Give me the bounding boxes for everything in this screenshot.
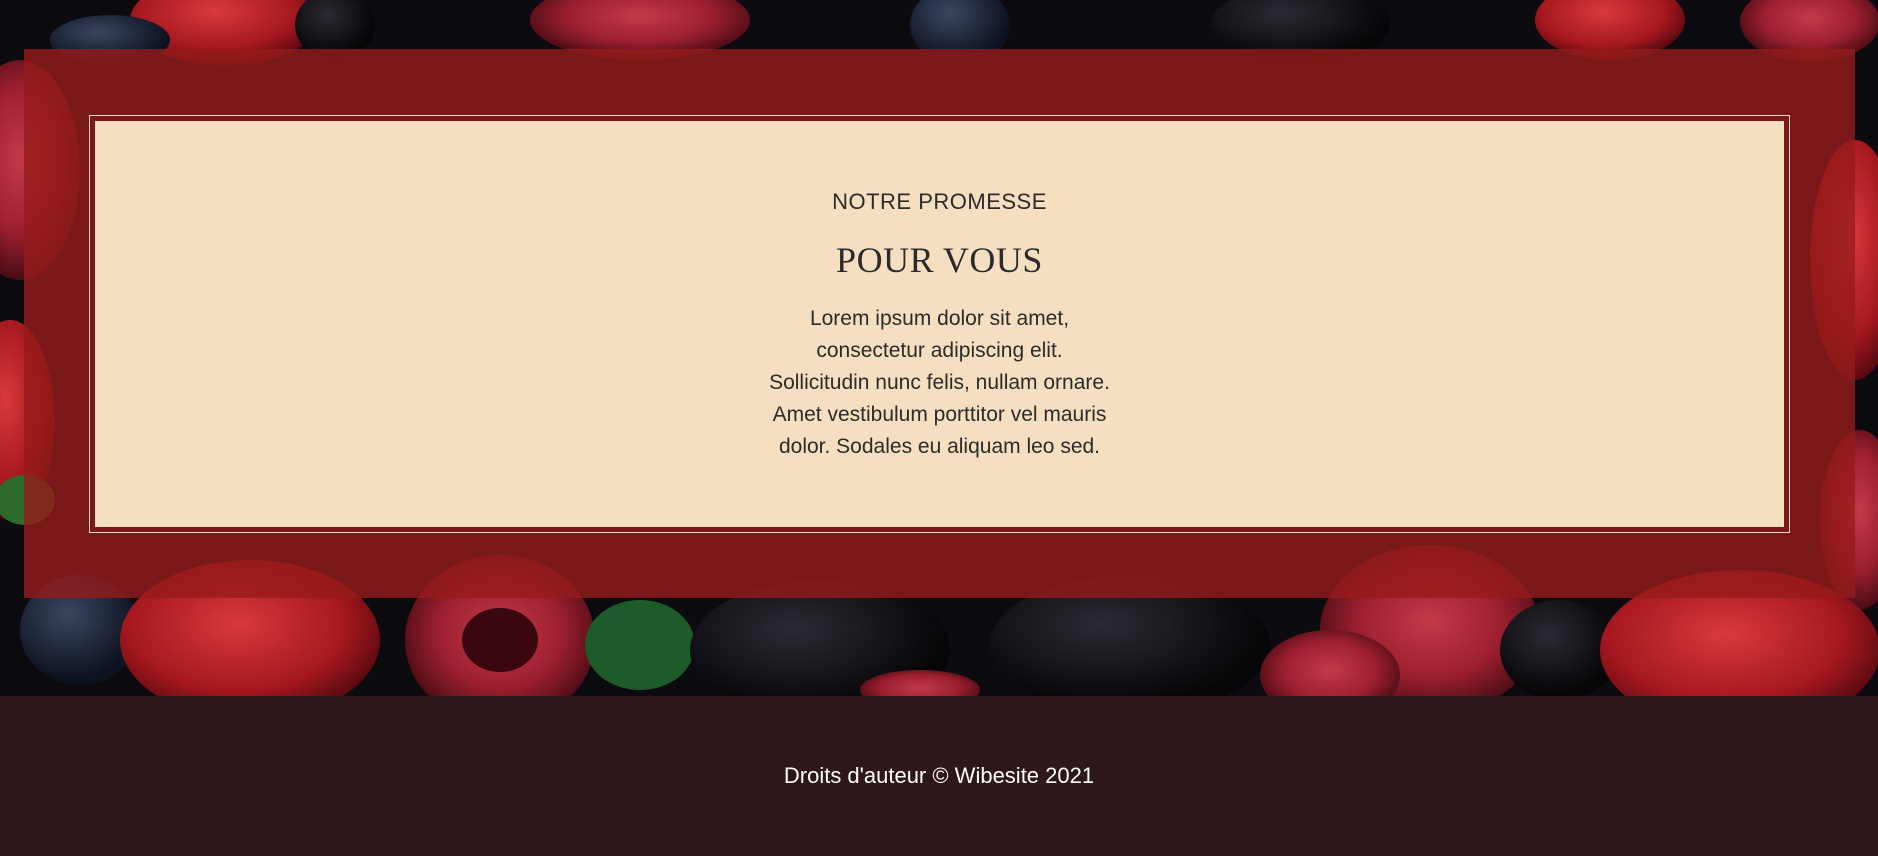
hero-section: NOTRE PROMESSE POUR VOUS Lorem ipsum dol… — [0, 0, 1878, 696]
promise-body-text: Lorem ipsum dolor sit amet, consectetur … — [750, 303, 1130, 463]
promise-card-frame: NOTRE PROMESSE POUR VOUS Lorem ipsum dol… — [89, 115, 1790, 533]
promise-panel: NOTRE PROMESSE POUR VOUS Lorem ipsum dol… — [24, 49, 1855, 598]
promise-body-line: Sollicitudin nunc felis, nullam ornare. — [769, 371, 1110, 394]
promise-body-line: dolor. Sodales eu aliquam leo sed. — [778, 435, 1101, 458]
promise-body-line: Lorem ipsum dolor sit amet, — [809, 307, 1070, 330]
footer-copyright: Droits d'auteur © Wibesite 2021 — [783, 763, 1095, 788]
promise-card: NOTRE PROMESSE POUR VOUS Lorem ipsum dol… — [95, 121, 1784, 527]
promise-body-line: consectetur adipiscing elit. — [816, 339, 1063, 362]
promise-eyebrow: NOTRE PROMESSE — [832, 189, 1047, 214]
promise-title: POUR VOUS — [836, 240, 1043, 280]
promise-body-line: Amet vestibulum porttitor vel mauris — [772, 403, 1107, 426]
site-footer: Droits d'auteur © Wibesite 2021 — [0, 696, 1878, 856]
